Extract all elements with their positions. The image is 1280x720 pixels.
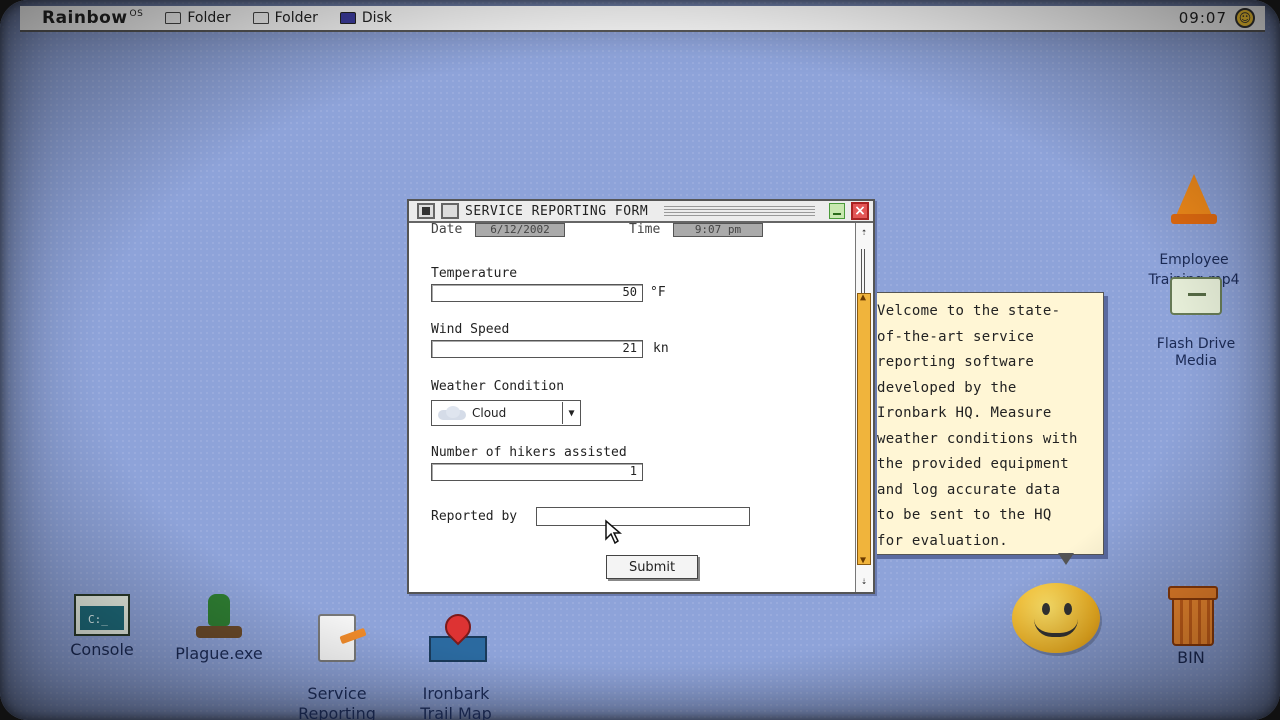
desktop-icon-console-label: Console	[70, 640, 134, 659]
submit-button[interactable]: Submit	[606, 555, 698, 579]
menu-disk-label: Disk	[361, 10, 392, 26]
triangle-up-icon: ▲	[860, 292, 867, 303]
reported-by-label: Reported by	[431, 509, 518, 524]
desktop-icon-trail-map[interactable]: Ironbark Trail Map	[403, 594, 509, 720]
smiley-menu-icon[interactable]: ☺	[1235, 8, 1255, 28]
os-brand[interactable]: Rainbow OS	[42, 8, 143, 28]
reported-by-input[interactable]	[536, 507, 750, 526]
tooltip-tail	[1058, 553, 1074, 565]
close-icon: ×	[854, 203, 866, 219]
clipboard-icon	[312, 614, 362, 662]
folder-icon	[165, 12, 182, 24]
desktop-icon-console[interactable]: C:_ Console	[62, 594, 142, 660]
smiley-assistant-icon[interactable]	[1012, 583, 1100, 653]
vertical-scrollbar[interactable]: ⇡ ▲ ▼ ⇣	[855, 223, 873, 592]
minimize-button[interactable]	[829, 203, 845, 219]
disk-icon	[339, 12, 356, 24]
desktop: Rainbow OS Folder Folder Disk 09:07 ☺ C:_…	[0, 0, 1280, 720]
chevron-down-icon[interactable]: ▼	[562, 402, 580, 424]
date-label: Date	[431, 223, 463, 237]
cloud-icon	[438, 406, 466, 420]
titlebar-stripes	[664, 206, 815, 216]
time-field: 9:07 pm	[673, 223, 763, 237]
menu-folder-1-label: Folder	[187, 10, 231, 26]
desktop-icon-flash-drive[interactable]: Flash Drive Media	[1140, 260, 1252, 387]
temperature-field[interactable]: 50	[431, 284, 643, 302]
desktop-icon-flash-label: Flash Drive Media	[1156, 336, 1236, 369]
terminal-icon: C:_	[74, 594, 130, 636]
traffic-cone-icon	[1171, 174, 1217, 226]
temperature-unit: °F	[650, 285, 666, 300]
window-titlebar[interactable]: SERVICE REPORTING FORM ×	[409, 201, 873, 223]
weather-condition-select[interactable]: Cloud ▼	[431, 400, 581, 426]
weather-condition-value: Cloud	[472, 406, 507, 420]
wind-speed-label: Wind Speed	[431, 322, 510, 337]
help-tooltip-text: Velcome to the state- of-the-art service…	[877, 303, 1078, 549]
triangle-down-icon: ▼	[860, 555, 867, 566]
mouse-cursor-icon	[605, 519, 622, 545]
form-content: Date 6/12/2002 Time 9:07 pm Temperature …	[409, 223, 855, 592]
window-title: SERVICE REPORTING FORM	[465, 203, 649, 219]
date-field: 6/12/2002	[475, 223, 565, 237]
menu-bar: Rainbow OS Folder Folder Disk 09:07 ☺	[20, 6, 1265, 32]
plant-icon	[194, 594, 244, 640]
desktop-icon-service-reporting[interactable]: Service Reporting	[282, 594, 392, 720]
minimize-icon	[833, 213, 841, 215]
desktop-icon-plague[interactable]: Plague.exe	[164, 594, 274, 664]
desktop-icon-plague-label: Plague.exe	[175, 644, 263, 663]
hikers-field[interactable]: 1	[431, 463, 643, 481]
hikers-label: Number of hikers assisted	[431, 445, 627, 460]
time-label: Time	[629, 223, 661, 237]
close-button[interactable]: ×	[851, 202, 869, 220]
menu-folder-2-label: Folder	[274, 10, 318, 26]
wind-speed-field[interactable]: 21	[431, 340, 643, 358]
scroll-thumb[interactable]: ▲ ▼	[857, 292, 871, 566]
scroll-down-arrow-icon[interactable]: ⇣	[858, 576, 870, 588]
window-menu-button[interactable]	[417, 203, 435, 219]
menu-folder-1[interactable]: Folder	[165, 10, 231, 26]
desktop-icon-map-label: Ironbark Trail Map	[420, 684, 492, 720]
temperature-label: Temperature	[431, 266, 518, 281]
service-reporting-window: SERVICE REPORTING FORM × Date 6/12/2002 …	[407, 199, 875, 594]
wind-speed-unit: kn	[653, 341, 669, 356]
flash-drive-icon	[1170, 277, 1222, 315]
desktop-icon-bin-label: BIN	[1177, 648, 1205, 667]
folder-icon	[252, 12, 269, 24]
menu-disk[interactable]: Disk	[339, 10, 392, 26]
menu-folder-2[interactable]: Folder	[252, 10, 318, 26]
square-icon	[422, 207, 430, 215]
help-tooltip: Velcome to the state- of-the-art service…	[872, 292, 1104, 555]
map-pin-icon	[429, 614, 487, 662]
desktop-icon-bin[interactable]: BIN	[1150, 586, 1232, 668]
clock: 09:07	[1178, 9, 1227, 27]
scroll-track	[861, 249, 865, 293]
trash-icon	[1168, 586, 1218, 646]
desktop-icon-service-label: Service Reporting	[298, 684, 376, 720]
window-collapse-button[interactable]	[441, 203, 459, 219]
weather-condition-label: Weather Condition	[431, 379, 565, 394]
scroll-up-arrow-icon[interactable]: ⇡	[858, 227, 870, 239]
